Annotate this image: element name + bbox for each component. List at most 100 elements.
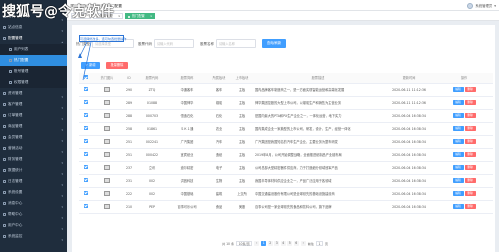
sidebar-item[interactable]: 账号管理: [0, 66, 67, 77]
sidebar-item[interactable]: 数据统计 ▾: [0, 165, 67, 176]
edit-button[interactable]: 编辑: [452, 203, 464, 210]
image-thumbnail-icon[interactable]: [104, 203, 110, 209]
delete-button[interactable]: 删除: [464, 138, 476, 145]
sidebar-item[interactable]: 商品管理 ▾: [0, 121, 67, 132]
sidebar-item[interactable]: 财务管理 ▾: [0, 154, 67, 165]
table-row[interactable]: 258 01861 ＳＫ１通 农业 主板 国内集成企业一家典型的上市公司，研发，设计，生产…: [79, 122, 493, 136]
row-checkbox[interactable]: [79, 174, 93, 188]
sidebar-item[interactable]: 配置管理 ▴: [0, 33, 67, 44]
checkbox-icon[interactable]: [84, 165, 88, 169]
checkbox-icon[interactable]: [84, 126, 88, 130]
edit-button[interactable]: 编辑: [452, 125, 464, 132]
image-thumbnail-icon[interactable]: [104, 190, 110, 196]
delete-button[interactable]: 删除: [464, 99, 476, 106]
edit-button[interactable]: 编辑: [452, 177, 464, 184]
row-checkbox[interactable]: [79, 122, 93, 136]
edit-button[interactable]: 编辑: [452, 151, 464, 158]
table-row[interactable]: 222 002 中国基础 建筑 上交所 中国交通建设股份有限公司是全球领先的基础设施建设商…: [79, 187, 493, 201]
checkbox-icon[interactable]: [84, 191, 88, 195]
checkbox-icon[interactable]: [84, 152, 88, 156]
table-row[interactable]: 289 01088 中国神华 煤炭 主板 神华集团控股的大型上市公司，以煤炭生产和销售为主…: [79, 96, 493, 110]
page-number-button[interactable]: 2: [267, 241, 273, 246]
table-row[interactable]: 231 002 洪昌科技 生物 主板 我国半导体材料供应企业之一，产品广泛应用于各领域 20…: [79, 174, 493, 188]
checkbox-icon[interactable]: [84, 113, 88, 117]
chevron-down-icon[interactable]: ▾: [494, 4, 496, 8]
search-button[interactable]: 查询/刷新: [262, 39, 286, 48]
delete-button[interactable]: 删除: [464, 125, 476, 132]
sidebar-item[interactable]: 订单管理 ▾: [0, 110, 67, 121]
row-checkbox[interactable]: [79, 83, 93, 97]
sidebar-item[interactable]: 系统监控 ▾: [0, 231, 67, 242]
sidebar-item[interactable]: 客户管理 ▾: [0, 99, 67, 110]
row-checkbox[interactable]: [79, 135, 93, 149]
table-row[interactable]: 288 000703 恒逸石化 石化 主板 是国内最大的PTA和PX生产企业之一，一体化运…: [79, 109, 493, 123]
table-row[interactable]: 251 000422 宜宾纸业 造纸 主板 2019年8月，公司开始调整战略，全面推进纸制…: [79, 148, 493, 162]
checkbox-icon[interactable]: [84, 75, 88, 80]
edit-button[interactable]: 编辑: [452, 164, 464, 171]
tag-hot-config[interactable]: 热门配置 ×: [125, 13, 155, 19]
row-checkbox[interactable]: [79, 109, 93, 123]
image-thumbnail-icon[interactable]: [104, 164, 110, 170]
sidebar-item[interactable]: 营销活动 ▾: [0, 143, 67, 154]
close-icon[interactable]: ×: [118, 14, 121, 19]
select-all-checkbox[interactable]: [79, 73, 93, 84]
image-thumbnail-icon[interactable]: [104, 151, 110, 157]
batch-delete-button[interactable]: 批量删除: [106, 62, 128, 69]
breadcrumb-item[interactable]: 配置管理: [90, 4, 104, 8]
goto-page-input[interactable]: 1: [315, 241, 323, 246]
avatar[interactable]: [467, 2, 474, 9]
delete-button[interactable]: 删除: [464, 86, 476, 93]
sidebar-item[interactable]: 用户列表: [0, 44, 67, 55]
edit-button[interactable]: 编辑: [452, 86, 464, 93]
edit-button[interactable]: 编辑: [452, 190, 464, 197]
row-checkbox[interactable]: [79, 148, 93, 162]
row-checkbox[interactable]: [79, 96, 93, 110]
checkbox-icon[interactable]: [84, 204, 88, 208]
next-page-button[interactable]: ›: [300, 241, 306, 246]
page-size-select[interactable]: 10条/页: [236, 241, 253, 246]
row-checkbox[interactable]: [79, 161, 93, 175]
checkbox-icon[interactable]: [84, 178, 88, 182]
user-menu[interactable]: 系统管理员 ▾: [467, 2, 496, 9]
code-input[interactable]: 请输入代码: [154, 39, 194, 48]
sidebar-item[interactable]: 首页 ▾: [0, 11, 67, 22]
close-icon[interactable]: ×: [150, 14, 153, 19]
page-number-button[interactable]: 3: [274, 241, 280, 246]
page-number-button[interactable]: 5: [287, 241, 293, 246]
sidebar-item[interactable]: 会员管理 ▾: [0, 132, 67, 143]
edit-button[interactable]: 编辑: [452, 99, 464, 106]
table-row[interactable]: 210 PEP 百事可乐公司 食品 美股 百事公司是一家全球领先的食品和饮料公司，旗下品牌…: [79, 200, 493, 214]
breadcrumb-item[interactable]: 首页: [79, 4, 86, 8]
delete-button[interactable]: 删除: [464, 112, 476, 119]
table-row[interactable]: 251 002241 广汽集团 汽车 主板 广汽集团是我国知名的汽车生产企业，主要业务为整…: [79, 135, 493, 149]
sidebar-item[interactable]: 消息中心 ▾: [0, 198, 67, 209]
checkbox-icon[interactable]: [84, 87, 88, 91]
image-thumbnail-icon[interactable]: [104, 112, 110, 118]
tag-home[interactable]: 首页: [71, 13, 91, 19]
checkbox-icon[interactable]: [84, 100, 88, 104]
image-thumbnail-icon[interactable]: [104, 138, 110, 144]
row-checkbox[interactable]: [79, 187, 93, 201]
delete-button[interactable]: 删除: [464, 190, 476, 197]
sidebar-item[interactable]: 站点信息 ▾: [0, 22, 67, 33]
sidebar-item[interactable]: 权限管理: [0, 77, 67, 88]
edit-button[interactable]: 编辑: [452, 138, 464, 145]
table-row[interactable]: 237 立讯 迪尔精密 电子 主板 公司总部大型精密器件供应商，力于打造细分领域冠军产品 2…: [79, 161, 493, 175]
image-thumbnail-icon[interactable]: [104, 125, 110, 131]
delete-button[interactable]: 删除: [464, 151, 476, 158]
table-row[interactable]: 290 ZTQ 中通客车 客车 主板 国内品牌客车制造商之一，是一方面实现智能运营和高端化…: [79, 83, 493, 97]
delete-button[interactable]: 删除: [464, 164, 476, 171]
image-thumbnail-icon[interactable]: [104, 177, 110, 183]
sidebar-item[interactable]: 用户中心 ▾: [0, 220, 67, 231]
edit-button[interactable]: 编辑: [452, 112, 464, 119]
sidebar-item[interactable]: 日志管理 ▾: [0, 176, 67, 187]
checkbox-icon[interactable]: [84, 139, 88, 143]
sidebar-item[interactable]: 资讯管理 ▾: [0, 88, 67, 99]
row-checkbox[interactable]: [79, 200, 93, 214]
delete-button[interactable]: 删除: [464, 177, 476, 184]
sidebar-item[interactable]: 热门配置: [0, 55, 67, 66]
delete-button[interactable]: 删除: [464, 203, 476, 210]
hamburger-icon[interactable]: ≡: [70, 3, 74, 9]
sidebar-item[interactable]: 帮助中心 ▾: [0, 209, 67, 220]
prev-page-button[interactable]: ‹: [254, 241, 260, 246]
